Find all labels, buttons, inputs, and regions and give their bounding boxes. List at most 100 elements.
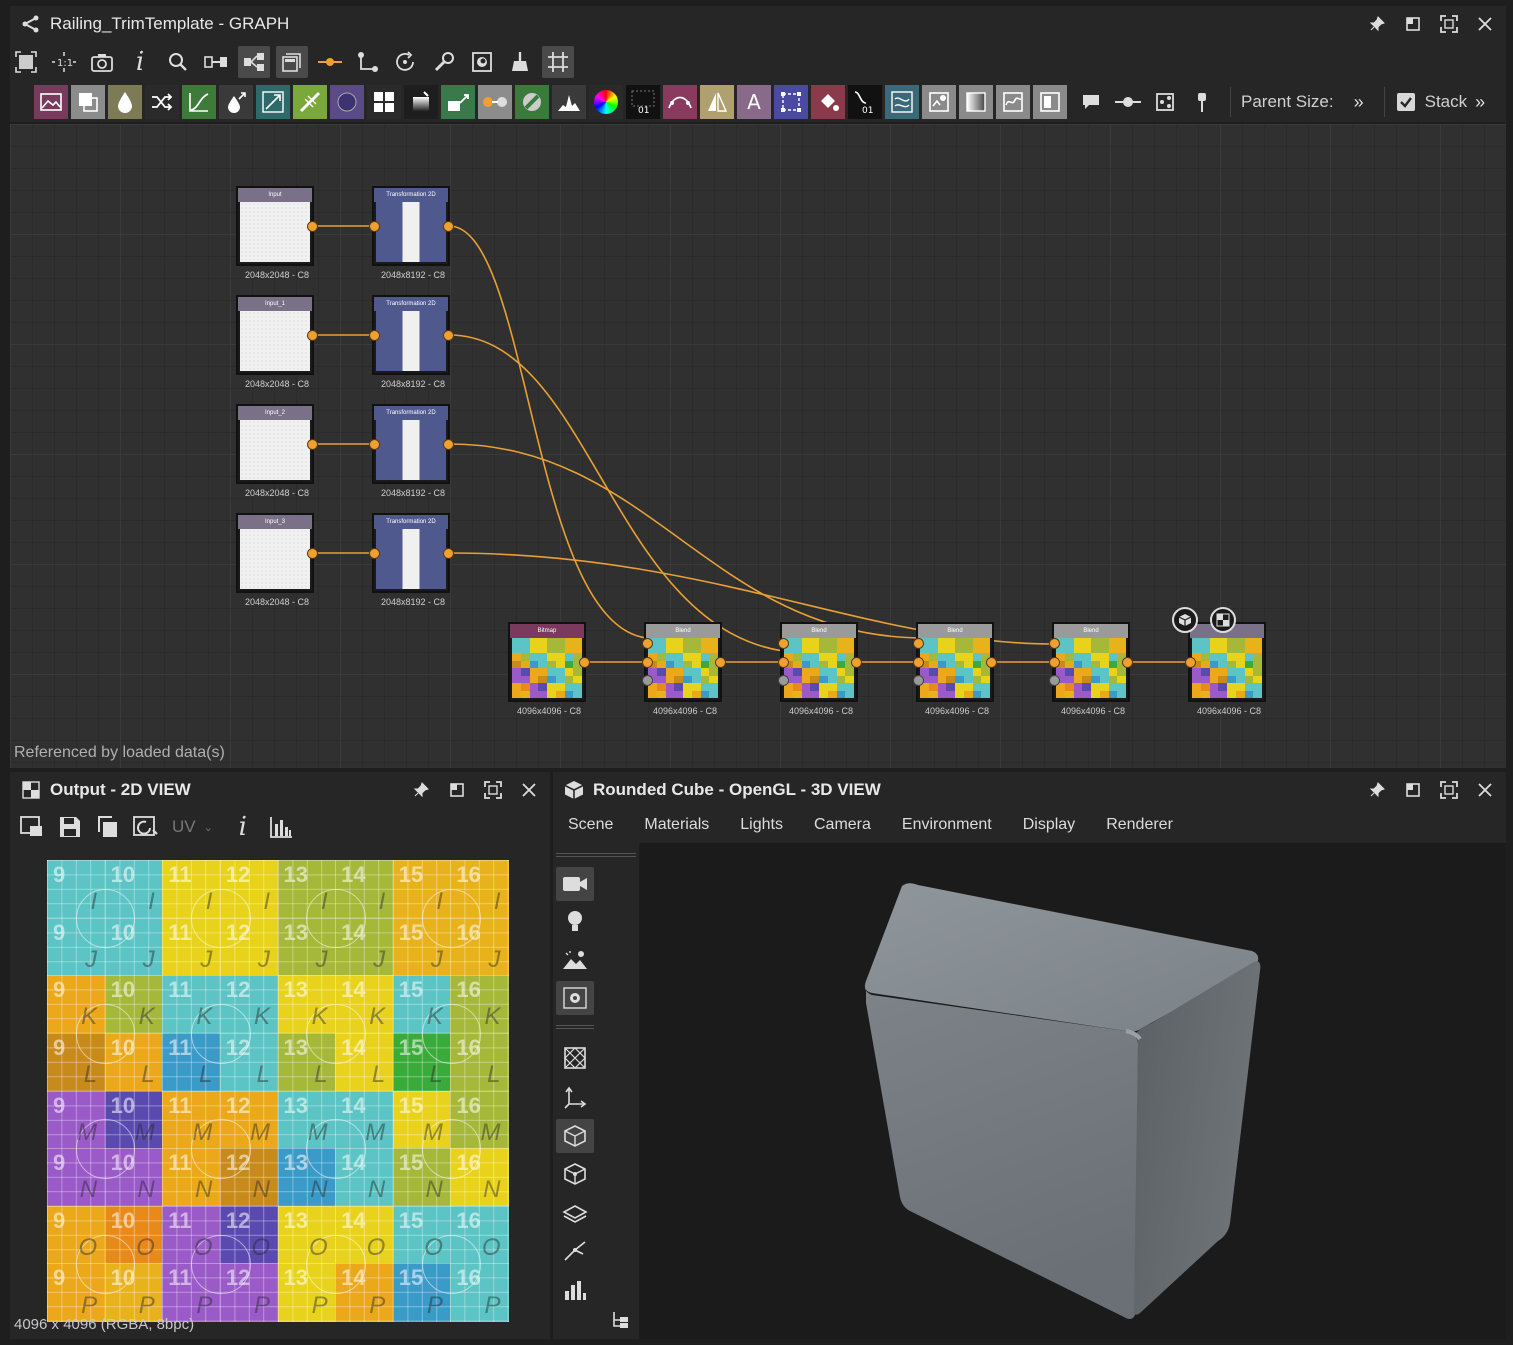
wire-cube-icon[interactable] xyxy=(556,1157,594,1191)
output-texture[interactable]: 9 I 10 I 11 I 12 I 13 I 14 I 15 I 16 I 9 J 10 J 11 J 12 J 13 J 14 J… xyxy=(47,860,509,1322)
input-port[interactable] xyxy=(1049,638,1060,649)
dot-connector-icon[interactable] xyxy=(314,46,346,78)
output-port[interactable] xyxy=(715,657,726,668)
rounded-cube[interactable] xyxy=(640,843,1506,1339)
info-icon[interactable]: i xyxy=(227,811,259,843)
save-icon[interactable] xyxy=(54,811,86,843)
blend-node-icon[interactable] xyxy=(71,85,105,119)
camera-video-icon[interactable] xyxy=(556,867,594,901)
input-port[interactable] xyxy=(1049,675,1060,686)
input-node[interactable]: Input 2048x2048 - C8 xyxy=(236,186,314,280)
histogram-icon[interactable] xyxy=(265,811,297,843)
input-grayscale-icon[interactable] xyxy=(959,85,993,119)
bitmap-node-icon[interactable] xyxy=(34,85,68,119)
pin-icon[interactable] xyxy=(1366,779,1388,801)
input-port[interactable] xyxy=(642,657,653,668)
fx-map-icon[interactable] xyxy=(367,85,401,119)
search-icon[interactable] xyxy=(162,46,194,78)
display-mode-icon[interactable] xyxy=(16,811,48,843)
directional-warp-icon[interactable] xyxy=(219,85,253,119)
output-port[interactable] xyxy=(307,221,318,232)
orthogonal-link-icon[interactable] xyxy=(352,46,384,78)
histogram-node-icon[interactable] xyxy=(552,85,586,119)
uv-dropdown[interactable]: UV ⌄ xyxy=(172,817,213,837)
normals-icon[interactable] xyxy=(556,1233,594,1267)
warp-node-icon[interactable] xyxy=(885,85,919,119)
color-wheel-icon[interactable] xyxy=(589,85,623,119)
input-port[interactable] xyxy=(642,638,653,649)
levels-node-icon[interactable] xyxy=(478,85,512,119)
input-port[interactable] xyxy=(1049,657,1060,668)
float-icon[interactable] xyxy=(1402,13,1424,35)
float-icon[interactable] xyxy=(1402,779,1424,801)
gradient-map-icon[interactable] xyxy=(293,85,327,119)
scene-tree-icon[interactable] xyxy=(601,1303,639,1337)
input-color-icon[interactable] xyxy=(922,85,956,119)
parent-size-expand-icon[interactable]: » xyxy=(1354,92,1364,113)
transform-2d-icon[interactable] xyxy=(774,85,808,119)
input-1-node[interactable]: Input_1 2048x2048 - C8 xyxy=(236,295,314,389)
output-port[interactable] xyxy=(443,439,454,450)
clean-brush-icon[interactable] xyxy=(504,46,536,78)
input-2-node[interactable]: Input_2 2048x2048 - C8 xyxy=(236,404,314,498)
input-3-node[interactable]: Input_3 2048x2048 - C8 xyxy=(236,513,314,607)
float-icon[interactable] xyxy=(446,779,468,801)
blend-node[interactable]: Blend 4096x4096 - C8 xyxy=(916,622,994,716)
input-port[interactable] xyxy=(778,657,789,668)
layers-icon[interactable] xyxy=(556,1197,594,1231)
transformation-2d-node[interactable]: Transformation 2D 2048x8192 - C8 xyxy=(372,186,450,280)
close-icon[interactable] xyxy=(1474,13,1496,35)
output-port[interactable] xyxy=(851,657,862,668)
input-port[interactable] xyxy=(369,548,380,559)
blur-node-icon[interactable] xyxy=(108,85,142,119)
distance-node-icon[interactable] xyxy=(256,85,290,119)
graph-canvas[interactable]: Input 2048x2048 - C8 Input_1 2048x2048 -… xyxy=(10,124,1506,768)
sharpen-node-icon[interactable] xyxy=(663,85,697,119)
output-port[interactable] xyxy=(307,548,318,559)
input-port[interactable] xyxy=(913,675,924,686)
text-node-icon[interactable]: A xyxy=(737,85,771,119)
input-port[interactable] xyxy=(369,330,380,341)
stats-icon[interactable] xyxy=(556,1273,594,1307)
input-port[interactable] xyxy=(778,638,789,649)
mesh-cube-icon[interactable] xyxy=(556,1119,594,1153)
blend-node[interactable]: Blend 4096x4096 - C8 xyxy=(1052,622,1130,716)
camera-icon[interactable] xyxy=(86,46,118,78)
pin-icon[interactable] xyxy=(1366,13,1388,35)
menu-lights[interactable]: Lights xyxy=(740,816,783,834)
menu-scene[interactable]: Scene xyxy=(568,816,613,834)
light-bulb-icon[interactable] xyxy=(556,905,594,939)
graph-frame-icon[interactable] xyxy=(1148,85,1182,119)
output-port[interactable] xyxy=(443,221,454,232)
maximize-icon[interactable] xyxy=(1438,779,1460,801)
hsl-node-icon[interactable] xyxy=(441,85,475,119)
render-settings-icon[interactable] xyxy=(556,981,594,1015)
menu-renderer[interactable]: Renderer xyxy=(1106,816,1173,834)
input-port[interactable] xyxy=(913,638,924,649)
normal-node-icon[interactable] xyxy=(515,85,549,119)
pin-icon[interactable] xyxy=(410,779,432,801)
gradient-dynamic-icon[interactable] xyxy=(330,85,364,119)
output-port[interactable] xyxy=(1122,657,1133,668)
comment-icon[interactable] xyxy=(1074,85,1108,119)
transformation-2d-node[interactable]: Transformation 2D 2048x8192 - C8 xyxy=(372,295,450,389)
output-port[interactable] xyxy=(443,330,454,341)
menu-camera[interactable]: Camera xyxy=(814,816,871,834)
maximize-icon[interactable] xyxy=(482,779,504,801)
output-port[interactable] xyxy=(986,657,997,668)
axis-gizmo-icon[interactable] xyxy=(556,1081,594,1115)
bitmap-node[interactable]: Bitmap 4096x4096 - C8 xyxy=(508,622,586,716)
input-port[interactable] xyxy=(369,221,380,232)
stack-expand-icon[interactable]: » xyxy=(1475,92,1485,113)
snap-grid-icon[interactable] xyxy=(542,46,574,78)
info-icon[interactable]: i xyxy=(124,46,156,78)
input-port[interactable] xyxy=(642,675,653,686)
menu-materials[interactable]: Materials xyxy=(644,816,709,834)
frame-all-icon[interactable] xyxy=(10,46,42,78)
close-icon[interactable] xyxy=(1474,779,1496,801)
pin-node-icon[interactable] xyxy=(1185,85,1219,119)
graph-layout-icon[interactable] xyxy=(238,46,270,78)
menu-display[interactable]: Display xyxy=(1023,816,1075,834)
input-port[interactable] xyxy=(778,675,789,686)
dot-node-icon[interactable] xyxy=(1111,85,1145,119)
